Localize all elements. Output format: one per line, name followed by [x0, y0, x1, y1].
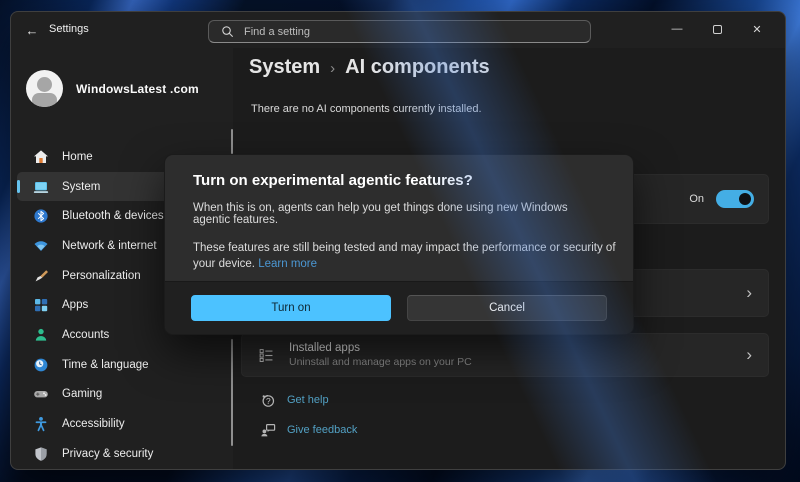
settings-window: ← Settings Find a setting — ✕ WindowsLat… — [10, 11, 786, 470]
accounts-icon — [32, 326, 49, 343]
sidebar-item-windows-update[interactable]: Windows Update — [17, 469, 223, 470]
sidebar-item-accessibility[interactable]: Accessibility — [17, 409, 223, 439]
search-icon — [219, 23, 236, 40]
apps-icon — [32, 297, 49, 314]
privacy-icon — [32, 445, 49, 462]
dialog-footer: Turn on Cancel — [165, 281, 633, 334]
desktop-wallpaper: ← Settings Find a setting — ✕ WindowsLat… — [0, 0, 800, 482]
dialog-paragraph-2: These features are still being tested an… — [193, 240, 623, 272]
account-name: WindowsLatest .com — [76, 82, 199, 96]
accessibility-icon — [32, 416, 49, 433]
minimize-button[interactable]: — — [657, 16, 697, 42]
maximize-icon — [713, 25, 722, 34]
bluetooth-icon — [32, 208, 49, 225]
system-icon — [32, 178, 49, 195]
sidebar-item-time-language[interactable]: Time & language — [17, 350, 223, 380]
cancel-button[interactable]: Cancel — [407, 295, 607, 321]
window-title: Settings — [49, 23, 89, 35]
sidebar-item-label: Accounts — [62, 329, 109, 341]
window-controls: — ✕ — [657, 16, 777, 42]
close-button[interactable]: ✕ — [737, 16, 777, 42]
search-placeholder: Find a setting — [244, 26, 310, 38]
dialog-body: Turn on experimental agentic features? W… — [165, 155, 633, 272]
dialog-paragraph-2-text: These features are still being tested an… — [193, 242, 616, 270]
sidebar-item-gaming[interactable]: Gaming — [17, 380, 223, 410]
home-icon — [32, 148, 49, 165]
sidebar-item-label: Bluetooth & devices — [62, 210, 164, 222]
avatar — [26, 70, 63, 107]
back-button[interactable]: ← — [21, 21, 43, 39]
sidebar-item-label: Home — [62, 151, 93, 163]
sidebar-item-label: Time & language — [62, 359, 149, 371]
maximize-button[interactable] — [697, 16, 737, 42]
titlebar: ← Settings Find a setting — ✕ — [11, 12, 785, 48]
sidebar-item-label: Gaming — [62, 388, 102, 400]
turn-on-button[interactable]: Turn on — [191, 295, 391, 321]
sidebar-item-privacy[interactable]: Privacy & security — [17, 439, 223, 469]
sidebar-item-label: Apps — [62, 299, 88, 311]
back-arrow-icon: ← — [26, 23, 39, 38]
sidebar-item-label: System — [62, 181, 100, 193]
search-input[interactable]: Find a setting — [208, 20, 591, 43]
dialog-paragraph-1: When this is on, agents can help you get… — [193, 202, 605, 226]
sidebar-item-label: Personalization — [62, 270, 141, 282]
time-language-icon — [32, 356, 49, 373]
close-icon: ✕ — [752, 23, 761, 36]
account-profile[interactable]: WindowsLatest .com — [26, 70, 199, 107]
sidebar-item-label: Network & internet — [62, 240, 157, 252]
sidebar-item-label: Accessibility — [62, 418, 125, 430]
personalization-icon — [32, 267, 49, 284]
network-icon — [32, 237, 49, 254]
dialog-title: Turn on experimental agentic features? — [193, 172, 605, 189]
agentic-features-dialog: Turn on experimental agentic features? W… — [164, 154, 634, 335]
learn-more-link[interactable]: Learn more — [258, 258, 317, 270]
gaming-icon — [32, 386, 49, 403]
sidebar-item-label: Privacy & security — [62, 448, 153, 460]
minimize-icon: — — [672, 23, 683, 35]
